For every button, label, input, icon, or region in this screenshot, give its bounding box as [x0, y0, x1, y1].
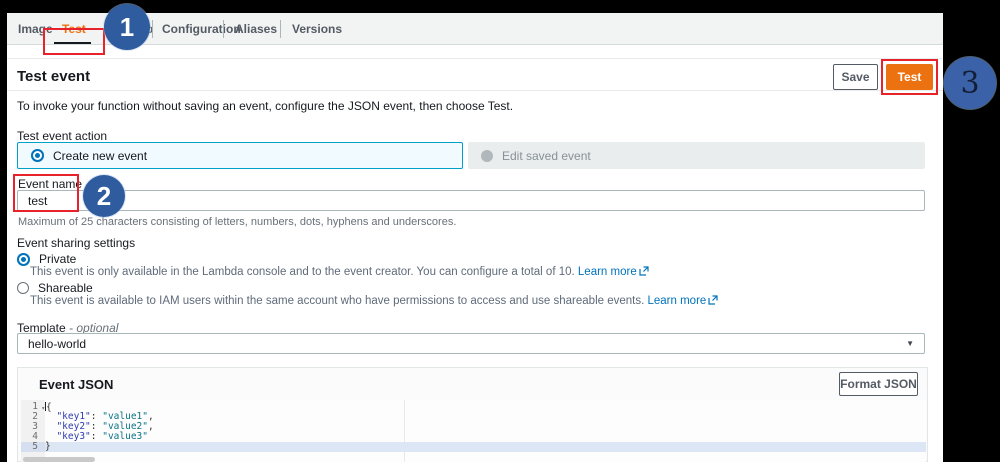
private-label: Private [39, 252, 77, 266]
annotation-step-1: 1 [104, 4, 150, 50]
tab-versions[interactable]: Versions [292, 22, 342, 36]
gutter-line-number: 5 [21, 442, 45, 452]
private-description-text: This event is only available in the Lamb… [30, 266, 575, 278]
lambda-test-panel: Image Test o Configuration Aliases Versi… [7, 13, 943, 462]
text-cursor [45, 402, 46, 411]
code-line: } [45, 441, 51, 452]
create-new-event-option[interactable]: Create new event [17, 142, 463, 169]
tab-test[interactable]: Test [62, 22, 86, 36]
editor-gutter: 1 ▾ 2 3 4 5 [21, 400, 45, 462]
code-line: "key3": "value3" [56, 431, 148, 442]
radio-selected-icon [31, 149, 44, 162]
screenshot-frame: Image Test o Configuration Aliases Versi… [0, 0, 1000, 462]
test-event-action-label: Test event action [17, 129, 108, 143]
tab-image[interactable]: Image [18, 22, 53, 36]
template-selected-value: hello-world [28, 336, 87, 351]
edit-saved-event-label: Edit saved event [502, 148, 591, 163]
shareable-radio-row[interactable]: Shareable [17, 281, 93, 295]
radio-unselected-icon [17, 282, 29, 294]
intro-text: To invoke your function without saving a… [17, 99, 514, 113]
page-title: Test event [17, 68, 91, 85]
card-border [7, 58, 943, 59]
chevron-down-icon: ▼ [906, 339, 914, 348]
header-divider [7, 90, 943, 91]
code-line: { [45, 402, 52, 413]
event-name-input[interactable] [17, 190, 925, 211]
active-tab-underline [54, 42, 91, 44]
tab-separator [280, 20, 281, 38]
create-new-event-label: Create new event [53, 148, 148, 163]
learn-more-link[interactable]: Learn more [648, 295, 707, 307]
test-button[interactable]: Test [886, 64, 933, 90]
annotation-step-3: 3 [944, 57, 996, 109]
learn-more-link[interactable]: Learn more [578, 266, 637, 278]
annotation-step-2: 2 [83, 175, 125, 217]
shareable-description-text: This event is available to IAM users wit… [30, 295, 645, 307]
event-name-label: Event name [18, 177, 83, 191]
edit-saved-event-option: Edit saved event [468, 142, 925, 169]
tab-configuration[interactable]: Configuration [162, 22, 241, 36]
tab-separator [223, 20, 224, 38]
event-json-card: Event JSON Format JSON 1 ▾ 2 3 4 5 { "key1": … [17, 367, 928, 462]
code-line: "key2": "value2", [56, 421, 154, 432]
format-json-button[interactable]: Format JSON [839, 372, 918, 396]
template-select[interactable]: hello-world ▼ [17, 333, 925, 354]
event-sharing-label: Event sharing settings [17, 236, 136, 250]
horizontal-scrollbar[interactable] [23, 457, 95, 462]
shareable-description: This event is available to IAM users wit… [30, 295, 718, 308]
json-code-editor[interactable]: 1 ▾ 2 3 4 5 { "key1": "value1", "key2": "valu… [21, 400, 926, 462]
tab-aliases[interactable]: Aliases [235, 22, 277, 36]
event-name-constraint: Maximum of 25 characters consisting of l… [18, 216, 457, 228]
code-line: "key1": "value1", [56, 411, 154, 422]
private-description: This event is only available in the Lamb… [30, 266, 649, 279]
shareable-label: Shareable [38, 281, 93, 295]
private-radio-row[interactable]: Private [17, 252, 76, 266]
radio-selected-icon [17, 252, 30, 266]
save-button[interactable]: Save [833, 64, 878, 90]
radio-disabled-icon [481, 149, 493, 162]
tab-separator [152, 20, 153, 38]
external-link-icon [708, 295, 718, 308]
event-json-title: Event JSON [39, 377, 114, 392]
external-link-icon [639, 266, 649, 279]
